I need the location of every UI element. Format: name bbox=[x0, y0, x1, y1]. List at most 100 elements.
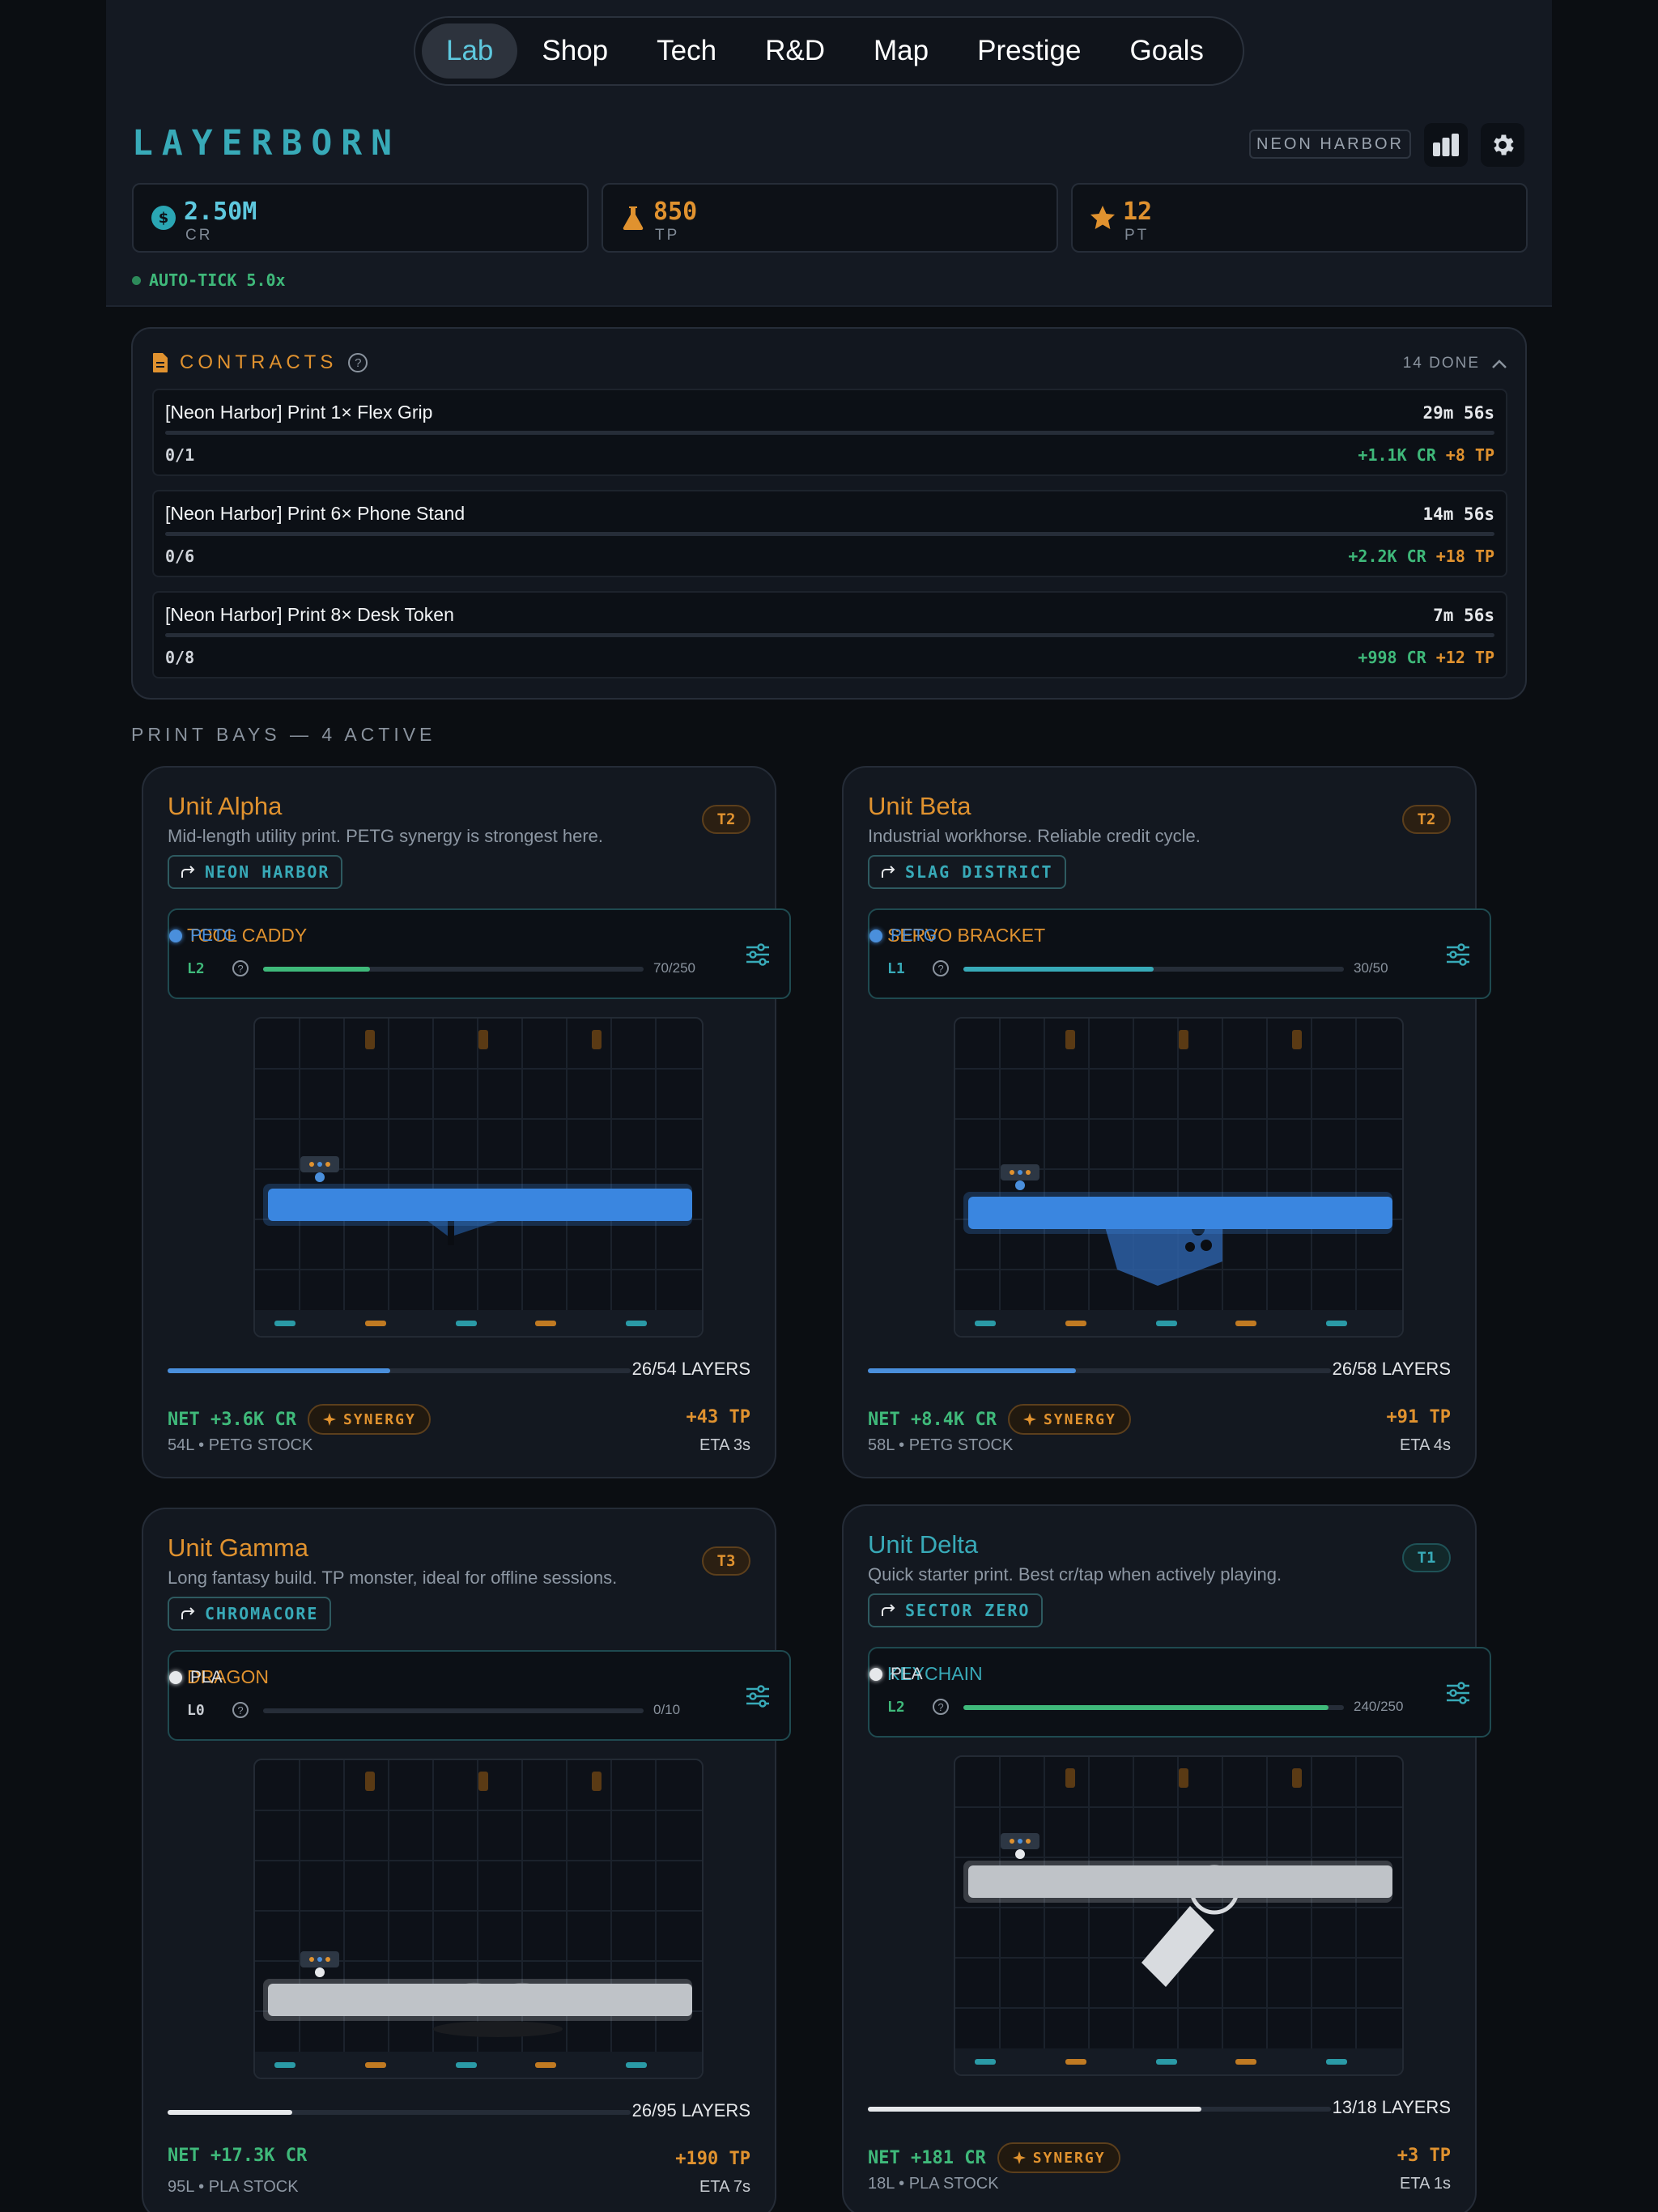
unit-name: Unit Delta bbox=[868, 1530, 979, 1559]
unit-description: Long fantasy build. TP monster, ideal fo… bbox=[168, 1568, 618, 1588]
xp-text: 240/250 bbox=[1354, 1699, 1404, 1714]
stats-button[interactable] bbox=[1424, 123, 1468, 167]
tp-label: TP bbox=[655, 227, 680, 244]
material-dot-icon bbox=[869, 929, 882, 942]
help-icon[interactable]: ? bbox=[232, 1702, 249, 1718]
unit-card[interactable]: Unit Gamma Long fantasy build. TP monste… bbox=[142, 1508, 791, 2212]
contract-item[interactable]: [Neon Harbor] Print 8× Desk Token 7m 56s… bbox=[152, 591, 1507, 678]
material-label: PLA bbox=[190, 1668, 223, 1687]
layers-count: 26/54 LAYERS bbox=[631, 1359, 750, 1379]
print-bed-viewport[interactable] bbox=[253, 1759, 704, 2079]
tab-goals[interactable]: Goals bbox=[1106, 23, 1228, 79]
job-level: L1 bbox=[887, 960, 905, 977]
synergy-badge: SYNERGY bbox=[1007, 1404, 1131, 1435]
reward-credits: +2.2K CR bbox=[1348, 547, 1426, 566]
contract-progress: 0/8 bbox=[165, 648, 195, 667]
reward-tp: +18 TP bbox=[1435, 547, 1494, 566]
net-credits-label: NET +17.3K CR bbox=[168, 2146, 308, 2166]
unit-name: Unit Beta bbox=[868, 792, 971, 820]
sparkle-icon bbox=[1022, 1413, 1036, 1426]
star-icon bbox=[1090, 206, 1115, 229]
print-bed-viewport[interactable] bbox=[253, 1017, 704, 1338]
material-indicator: PETG bbox=[169, 926, 236, 946]
settings-button[interactable] bbox=[1481, 123, 1524, 167]
zone-button[interactable]: SLAG DISTRICT bbox=[868, 855, 1066, 889]
sliders-icon[interactable] bbox=[744, 1682, 772, 1710]
tab-lab[interactable]: Lab bbox=[422, 23, 518, 79]
unit-description: Industrial workhorse. Reliable credit cy… bbox=[868, 826, 1201, 846]
contract-item[interactable]: [Neon Harbor] Print 6× Phone Stand 14m 5… bbox=[152, 490, 1507, 577]
stock-info: 58L • PETG STOCK bbox=[868, 1436, 1014, 1454]
synergy-badge: SYNERGY bbox=[997, 2142, 1120, 2173]
xp-fill bbox=[963, 1705, 1329, 1710]
sliders-icon[interactable] bbox=[1444, 1679, 1472, 1707]
tab-map[interactable]: Map bbox=[849, 23, 953, 79]
contract-name: [Neon Harbor] Print 6× Phone Stand bbox=[165, 503, 466, 524]
sliders-icon[interactable] bbox=[1444, 941, 1472, 968]
bar-chart-icon bbox=[1433, 134, 1459, 156]
status-dot-icon bbox=[132, 275, 141, 285]
reward-tp: +8 TP bbox=[1445, 445, 1494, 465]
unit-card[interactable]: Unit Alpha Mid-length utility print. PET… bbox=[142, 766, 791, 1478]
zone-label: CHROMACORE bbox=[205, 1604, 319, 1623]
layers-progress-bar bbox=[168, 1368, 631, 1373]
unit-description: Quick starter print. Best cr/tap when ac… bbox=[868, 1564, 1282, 1585]
redirect-arrow-icon bbox=[181, 866, 195, 878]
layers-progress-fill bbox=[168, 1368, 390, 1373]
contracts-panel: CONTRACTS ? 14 DONE [Neon Harbor] Print … bbox=[131, 327, 1527, 700]
print-bed-viewport[interactable] bbox=[954, 1755, 1404, 2076]
tab-prestige[interactable]: Prestige bbox=[953, 23, 1105, 79]
synergy-label: SYNERGY bbox=[1043, 1410, 1116, 1428]
redirect-arrow-icon bbox=[882, 866, 895, 878]
credit-coin-icon: $ bbox=[151, 206, 176, 230]
material-dot-icon bbox=[869, 1668, 882, 1681]
tab-shop[interactable]: Shop bbox=[517, 23, 632, 79]
eta-label: ETA 4s bbox=[1400, 1436, 1451, 1454]
tp-value: 850 bbox=[653, 198, 698, 226]
contract-progress: 0/6 bbox=[165, 547, 195, 566]
material-label: PETG bbox=[891, 926, 937, 945]
tier-badge: T3 bbox=[702, 1546, 750, 1576]
svg-text:$: $ bbox=[159, 210, 169, 227]
unit-card[interactable]: Unit Beta Industrial workhorse. Reliable… bbox=[842, 766, 1491, 1478]
help-icon[interactable]: ? bbox=[933, 960, 949, 976]
tech-points-stat: 850 TP bbox=[602, 183, 1058, 253]
tier-badge: T1 bbox=[1402, 1543, 1451, 1572]
layers-progress-bar bbox=[868, 1368, 1331, 1373]
location-chip[interactable]: NEON HARBOR bbox=[1249, 130, 1411, 159]
tp-reward: +43 TP bbox=[686, 1407, 750, 1427]
help-icon[interactable]: ? bbox=[232, 960, 249, 976]
unit-card[interactable]: Unit Delta Quick starter print. Best cr/… bbox=[842, 1504, 1491, 2212]
material-indicator: PLA bbox=[169, 1668, 223, 1687]
job-level: L0 bbox=[187, 1702, 205, 1719]
layers-progress-bar bbox=[868, 2107, 1331, 2112]
zone-button[interactable]: SECTOR ZERO bbox=[868, 1593, 1044, 1627]
contract-timer: 14m 56s bbox=[1422, 504, 1494, 524]
tab-tech[interactable]: Tech bbox=[632, 23, 741, 79]
contract-item[interactable]: [Neon Harbor] Print 1× Flex Grip 29m 56s… bbox=[152, 389, 1507, 476]
tp-reward: +91 TP bbox=[1386, 1407, 1451, 1427]
contract-timer: 7m 56s bbox=[1433, 606, 1494, 625]
net-credits: NET +3.6K CR SYNERGY bbox=[168, 1404, 431, 1435]
zone-button[interactable]: NEON HARBOR bbox=[168, 855, 343, 889]
tier-badge: T2 bbox=[702, 805, 750, 834]
contracts-done-count: 14 DONE bbox=[1402, 355, 1480, 372]
stock-info: 54L • PETG STOCK bbox=[168, 1436, 313, 1454]
layers-count: 26/58 LAYERS bbox=[1332, 1359, 1451, 1379]
reward-tp: +12 TP bbox=[1435, 648, 1494, 667]
main-nav: Lab Shop Tech R&D Map Prestige Goals bbox=[414, 16, 1244, 86]
help-icon[interactable]: ? bbox=[348, 353, 368, 372]
xp-fill bbox=[963, 967, 1154, 972]
eta-label: ETA 7s bbox=[699, 2178, 750, 2196]
contract-timer: 29m 56s bbox=[1422, 403, 1494, 423]
gear-icon bbox=[1494, 134, 1514, 155]
chevron-up-icon bbox=[1492, 359, 1507, 368]
contract-reward: +2.2K CR +18 TP bbox=[1348, 547, 1494, 566]
xp-fill bbox=[263, 967, 370, 972]
tab-rnd[interactable]: R&D bbox=[741, 23, 849, 79]
print-bed-viewport[interactable] bbox=[954, 1017, 1404, 1338]
zone-button[interactable]: CHROMACORE bbox=[168, 1597, 332, 1631]
contracts-collapse-toggle[interactable]: 14 DONE bbox=[1403, 355, 1507, 372]
help-icon[interactable]: ? bbox=[933, 1699, 949, 1715]
sliders-icon[interactable] bbox=[744, 941, 772, 968]
